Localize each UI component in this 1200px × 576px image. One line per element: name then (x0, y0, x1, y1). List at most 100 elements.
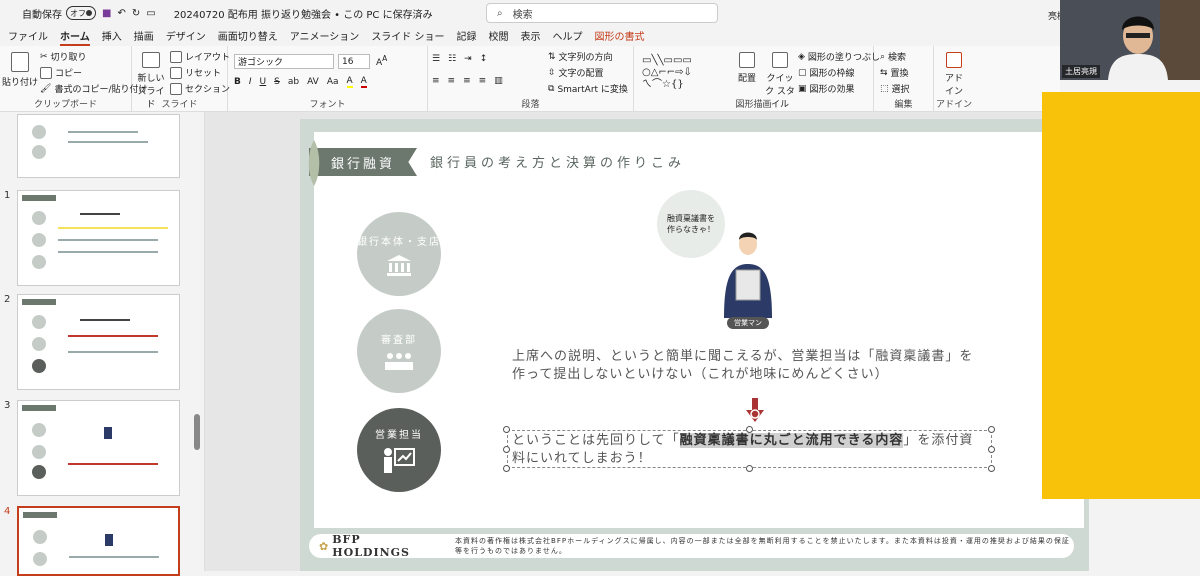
role-screening-circle[interactable]: 審査部 (357, 309, 441, 393)
addin-button[interactable]: アド イン (940, 52, 968, 97)
tab-review[interactable]: 校閲 (489, 28, 509, 46)
cut-label: 切り取り (50, 53, 87, 63)
group-slides: 新しい スライド レイアウト リセット セクション スライド (132, 46, 230, 112)
reset-button[interactable]: リセット (170, 66, 221, 79)
slide-thumbnail[interactable] (17, 294, 180, 390)
resize-handle[interactable] (746, 426, 753, 433)
find-button[interactable]: ⌕ 検索 (880, 50, 906, 64)
role-sales-circle[interactable]: 営業担当 (357, 408, 441, 492)
role-bank-circle[interactable]: 銀行本体・支店 (357, 212, 441, 296)
bold-icon[interactable]: B (234, 77, 241, 87)
thumb-circle (32, 337, 46, 351)
resize-handle[interactable] (503, 426, 510, 433)
shape-outline-button[interactable]: ▢ 図形の枠線 (798, 66, 855, 80)
font-size-select[interactable]: 16 (338, 54, 370, 69)
tab-home[interactable]: ホーム (60, 28, 90, 46)
resize-handle[interactable] (988, 446, 995, 453)
text-direction-label: 文字列の方向 (558, 53, 613, 63)
font-color-icon[interactable]: A (360, 76, 367, 88)
conclusion-text[interactable]: ということは先回りして「融資稟議書に丸ごと流用できる内容」を添付資料にいれてしま… (512, 432, 987, 468)
search-input[interactable]: ⌕ 検索 (486, 3, 718, 23)
bank-icon (387, 254, 411, 276)
justify-icon[interactable]: ≡ (479, 76, 487, 86)
copy-icon (40, 66, 52, 79)
spacing-icon[interactable]: AV (307, 77, 319, 87)
slide-thumbnail[interactable] (17, 114, 180, 178)
shadow-icon[interactable]: ab (288, 77, 299, 87)
resize-handle[interactable] (988, 426, 995, 433)
smartart-label: SmartArt に変換 (557, 85, 628, 95)
slide-thumbnail-current[interactable] (17, 506, 180, 576)
thumbnails-scrollbar[interactable] (194, 414, 200, 450)
resize-handle[interactable] (988, 465, 995, 472)
section-button[interactable]: セクション (170, 82, 230, 95)
align-right-icon[interactable]: ≡ (463, 76, 471, 86)
line-spacing-icon[interactable]: ↕ (480, 54, 488, 64)
select-button[interactable]: ⬚ 選択 (880, 82, 910, 96)
text-direction-button[interactable]: ⇅ 文字列の方向 (548, 50, 613, 64)
align-left-icon[interactable]: ≡ (432, 76, 440, 86)
save-icon[interactable]: ■ (102, 8, 111, 19)
webcam-name: 土居亮規 (1062, 65, 1100, 78)
strike-icon[interactable]: S (274, 77, 280, 87)
resize-handle[interactable] (746, 465, 753, 472)
font-group-label: フォント (309, 100, 346, 110)
slide-thumbnail[interactable] (17, 400, 180, 496)
thumb-banner (23, 512, 57, 518)
smartart-button[interactable]: ⧉ SmartArt に変換 (548, 82, 628, 96)
doc-title[interactable]: 20240720 配布用 振り返り勉強会 • この PC に保存済み (174, 6, 433, 21)
explanation-text[interactable]: 上席への説明、というと簡単に聞こえるが、営業担当は「融資稟議書」を作って提出しな… (512, 348, 987, 384)
redo-icon[interactable]: ↻ (132, 8, 140, 19)
tab-file[interactable]: ファイル (8, 28, 48, 46)
tab-record[interactable]: 記録 (457, 28, 477, 46)
resize-handle[interactable] (503, 465, 510, 472)
bullets-icon[interactable]: ☰ (432, 54, 440, 64)
thumb-text-line (68, 335, 158, 337)
case-icon[interactable]: Aa (327, 77, 339, 87)
underline-icon[interactable]: U (260, 77, 267, 87)
replace-button[interactable]: ⇆ 置換 (880, 66, 909, 80)
paste-button[interactable]: 貼り付け (2, 52, 38, 88)
tab-help[interactable]: ヘルプ (553, 28, 583, 46)
tab-shape-format[interactable]: 図形の書式 (595, 28, 645, 46)
slide-banner[interactable]: 銀行融資 (309, 148, 417, 176)
autosave-toggle[interactable]: オフ (66, 6, 96, 20)
addin-label: アド イン (944, 74, 963, 97)
thumb-circle (32, 359, 46, 373)
tab-slideshow[interactable]: スライド ショー (371, 28, 444, 46)
italic-icon[interactable]: I (249, 77, 252, 87)
copy-button[interactable]: コピー (40, 66, 82, 79)
font-style-row: B I U Sab AV Aa A A (234, 76, 367, 88)
slide-subtitle[interactable]: 銀行員の考え方と決算の作りこみ (430, 152, 685, 171)
grow-font-button[interactable]: AA (376, 54, 387, 68)
thumb-text-line (58, 227, 168, 229)
shapes-gallery[interactable]: ▭╲╲▭▭▭ ○△⌐⌐⇨⇩ ㄟ⌒☆{} (642, 54, 732, 92)
group-addins: アド イン アドイン (934, 46, 974, 112)
tab-insert[interactable]: 挿入 (102, 28, 122, 46)
layout-button[interactable]: レイアウト (170, 50, 230, 63)
align-center-icon[interactable]: ≡ (448, 76, 456, 86)
shape-fill-button[interactable]: ◈ 図形の塗りつぶし (798, 50, 880, 64)
highlight-icon[interactable]: A (346, 76, 353, 88)
numbering-icon[interactable]: ☷ (448, 54, 456, 64)
cut-button[interactable]: ✂ 切り取り (40, 50, 87, 64)
find-icon: ⌕ (880, 51, 886, 62)
indent-icon[interactable]: ⇥ (464, 54, 472, 64)
columns-icon[interactable]: ▥ (494, 76, 503, 86)
arrange-button[interactable]: 配置 (738, 52, 756, 84)
shape-effects-button[interactable]: ▣ 図形の効果 (798, 82, 855, 96)
tab-draw[interactable]: 描画 (134, 28, 154, 46)
resize-handle[interactable] (503, 446, 510, 453)
drawing-group-label: 図形描画 (735, 100, 772, 110)
font-family-select[interactable]: 游ゴシック (234, 54, 334, 69)
slide-thumbnail[interactable] (17, 190, 180, 286)
align-text-button[interactable]: ⇳ 文字の配置 (548, 66, 604, 80)
tab-animations[interactable]: アニメーション (290, 28, 360, 46)
list-row: ☰ ☷ ⇥ ↕ (432, 54, 487, 64)
tab-design[interactable]: デザイン (166, 28, 206, 46)
menu-bar: ファイル ホーム 挿入 描画 デザイン 画面切り替え アニメーション スライド … (0, 28, 1060, 46)
present-icon[interactable]: ▭ (146, 8, 155, 19)
tab-view[interactable]: 表示 (521, 28, 541, 46)
tab-transitions[interactable]: 画面切り替え (218, 28, 278, 46)
undo-icon[interactable]: ↶ (117, 8, 125, 19)
